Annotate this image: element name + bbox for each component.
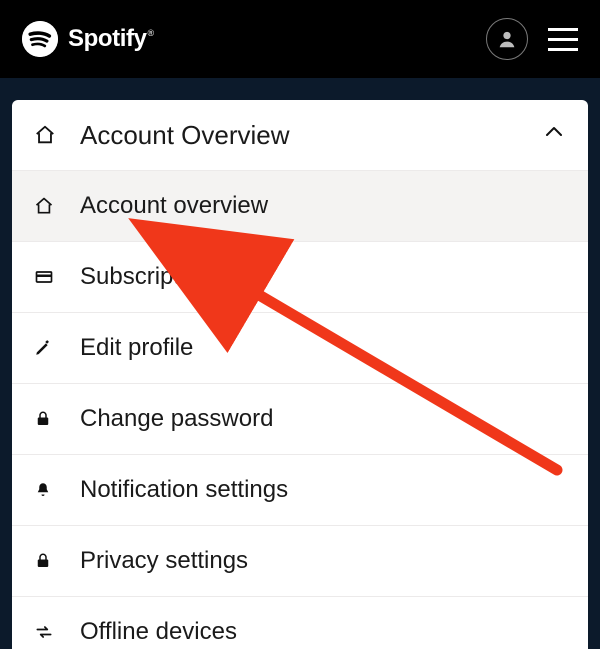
menu-item-label: Edit profile <box>80 334 566 362</box>
menu-item-notification-settings[interactable]: Notification settings <box>12 455 588 526</box>
menu-item-account-overview[interactable]: Account overview <box>12 171 588 242</box>
account-menu-list: Account Overview Account overview Subscr… <box>12 100 588 649</box>
chevron-up-icon <box>542 120 566 151</box>
menu-item-label: Subscription <box>80 263 566 291</box>
bell-icon <box>34 481 80 499</box>
pencil-icon <box>34 339 80 357</box>
menu-item-label: Privacy settings <box>80 547 566 575</box>
menu-item-label: Offline devices <box>80 618 566 646</box>
home-icon <box>34 196 80 216</box>
brand-name: Spotify <box>68 25 153 53</box>
topbar-right <box>486 18 578 60</box>
menu-item-change-password[interactable]: Change password <box>12 384 588 455</box>
user-icon <box>496 28 518 50</box>
lock-icon <box>34 552 80 570</box>
home-icon <box>34 124 80 146</box>
card-icon <box>34 267 80 287</box>
account-menu-header[interactable]: Account Overview <box>12 100 588 171</box>
spotify-logo-icon <box>22 21 58 57</box>
menu-item-subscription[interactable]: Subscription <box>12 242 588 313</box>
account-menu-panel: Account Overview Account overview Subscr… <box>12 100 588 649</box>
menu-item-offline-devices[interactable]: Offline devices <box>12 597 588 649</box>
menu-header-label: Account Overview <box>80 120 542 151</box>
profile-avatar-button[interactable] <box>486 18 528 60</box>
menu-item-label: Notification settings <box>80 476 566 504</box>
menu-item-edit-profile[interactable]: Edit profile <box>12 313 588 384</box>
menu-item-label: Change password <box>80 405 566 433</box>
brand-block[interactable]: Spotify <box>22 21 153 57</box>
menu-item-label: Account overview <box>80 192 566 220</box>
menu-item-privacy-settings[interactable]: Privacy settings <box>12 526 588 597</box>
swap-icon <box>34 622 80 642</box>
lock-icon <box>34 410 80 428</box>
hamburger-menu-button[interactable] <box>548 28 578 51</box>
top-navbar: Spotify <box>0 0 600 78</box>
